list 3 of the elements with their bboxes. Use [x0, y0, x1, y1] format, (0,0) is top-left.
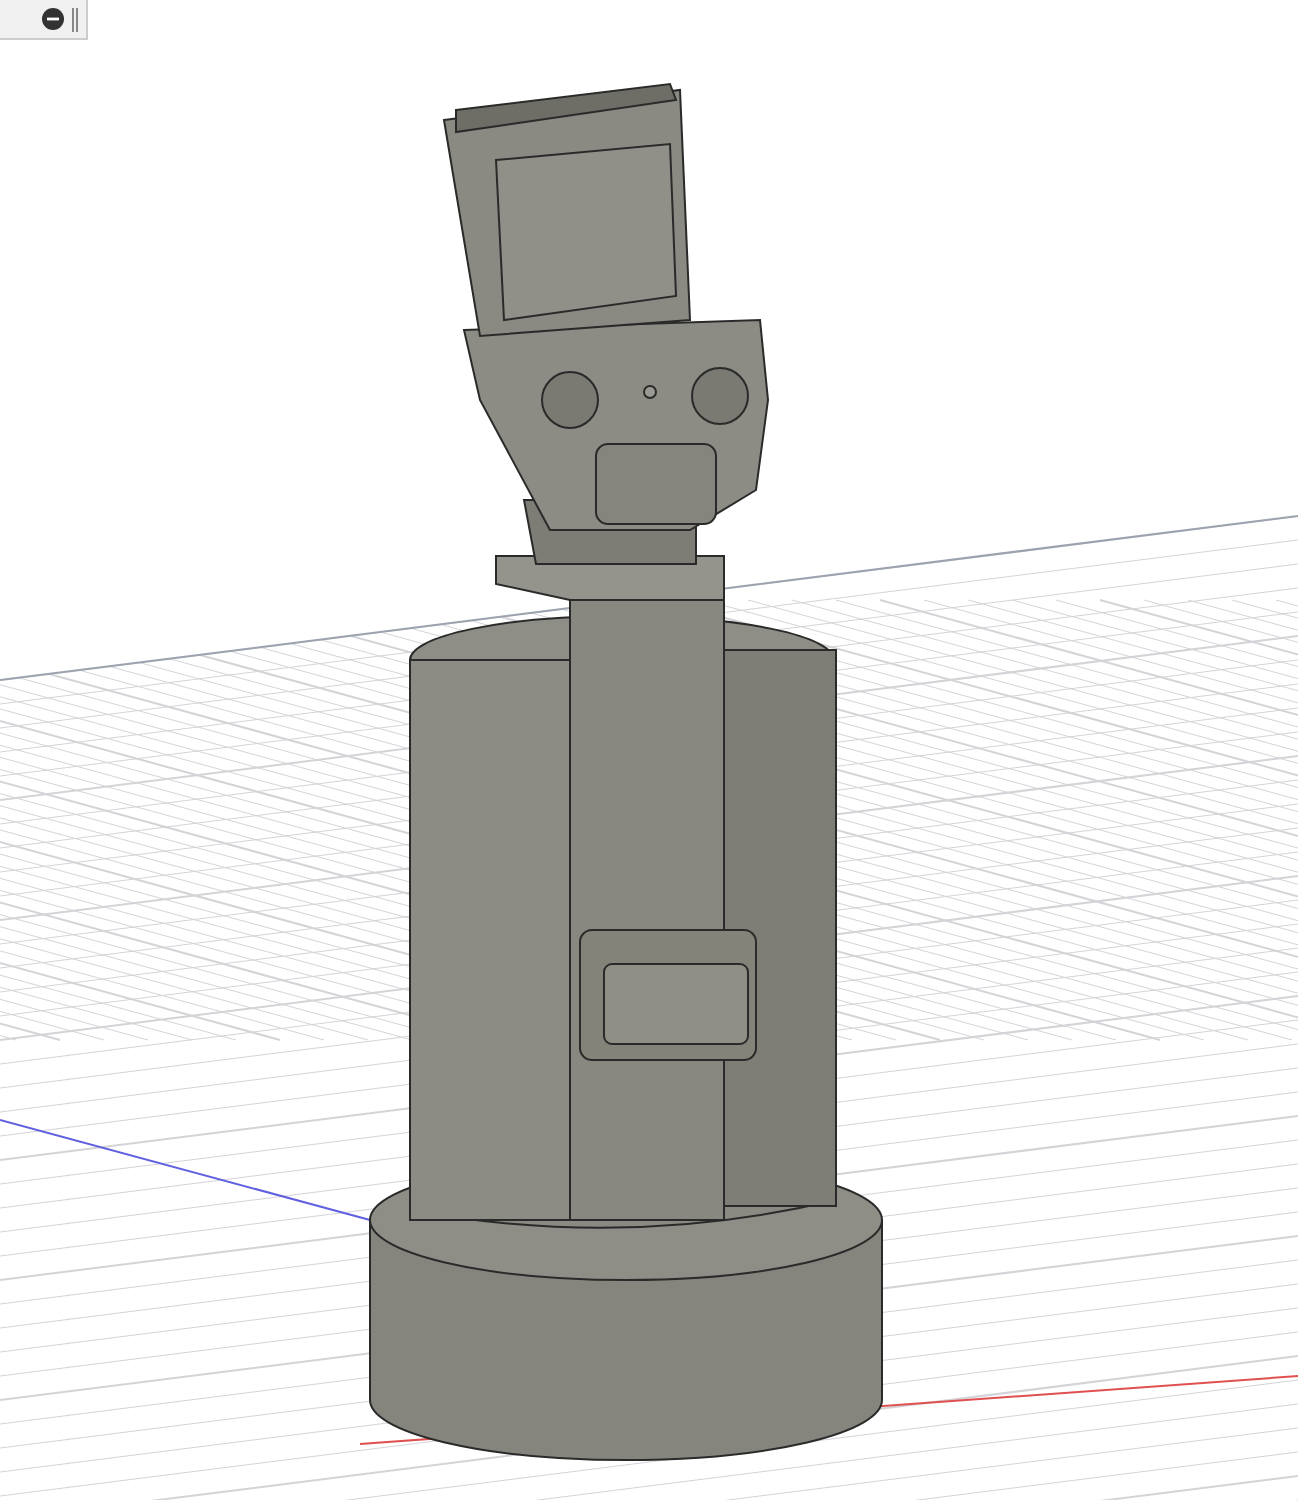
minus-circle-icon[interactable]: [42, 8, 64, 30]
model-drawing[interactable]: [369, 82, 883, 1461]
panel-grip-icon[interactable]: [72, 7, 78, 31]
